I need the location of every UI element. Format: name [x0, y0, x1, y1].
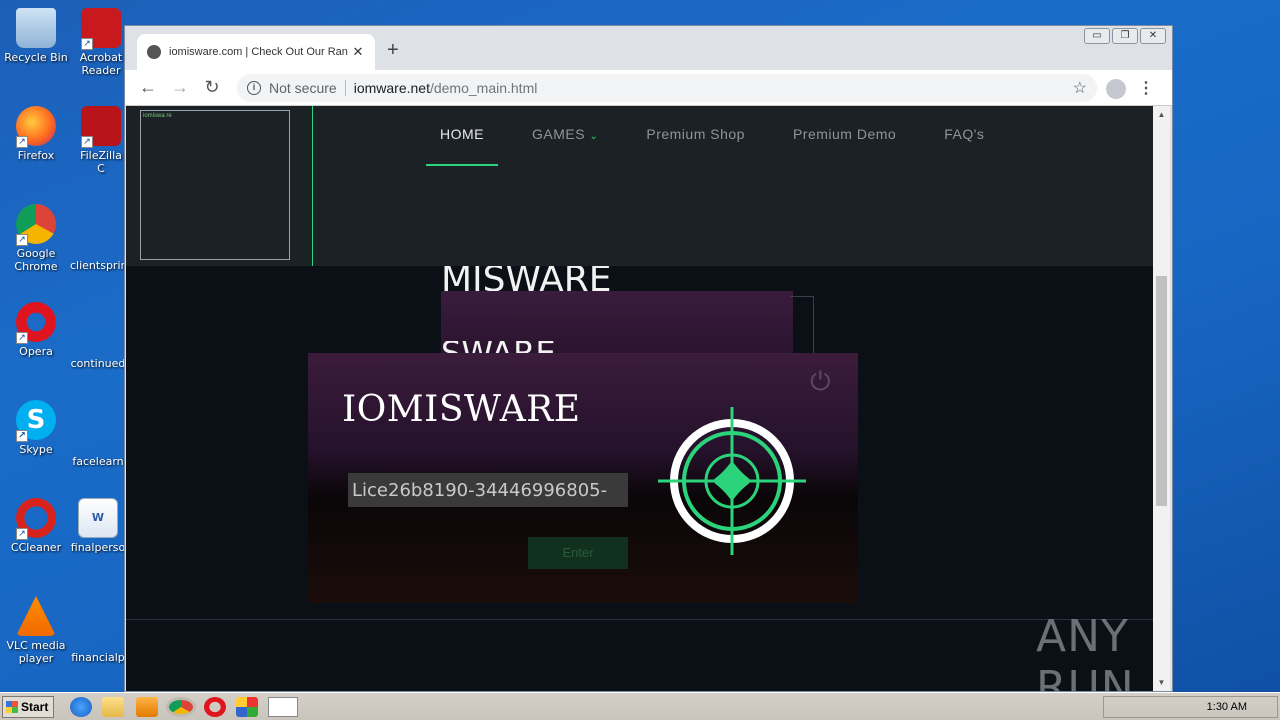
nav-premium-shop[interactable]: Premium Shop	[632, 126, 759, 166]
chrome-taskbar-icon[interactable]	[166, 697, 196, 717]
enter-button[interactable]: Enter	[528, 537, 628, 569]
document-icon	[78, 216, 118, 256]
scroll-down-arrow-icon[interactable]: ▼	[1153, 674, 1170, 691]
browser-toolbar: ← → ↻ i Not secure iomware.net /demo_mai…	[125, 70, 1172, 106]
nav-games[interactable]: GAMES ⌄	[518, 126, 612, 166]
new-tab-button[interactable]: +	[387, 39, 407, 62]
acrobat-icon: ↗	[81, 8, 121, 50]
header-divider	[312, 106, 313, 266]
system-tray: 1:30 AM	[1103, 696, 1278, 718]
windows-flag-icon	[6, 701, 18, 713]
desktop-icon-ccleaner[interactable]: ↗ CCleaner	[0, 498, 72, 554]
nav-home[interactable]: HOME	[426, 126, 498, 166]
license-key-input[interactable]	[348, 473, 628, 507]
window-controls: ▭ ❐ ✕	[1084, 28, 1166, 44]
close-tab-icon[interactable]: ✕	[351, 44, 365, 60]
background-frame	[790, 296, 814, 354]
tab-strip: iomisware.com | Check Out Our Ran ✕ + ▭ …	[125, 26, 1172, 70]
media-player-icon[interactable]	[136, 697, 158, 717]
kebab-menu-icon[interactable]: ⋮	[1138, 78, 1154, 98]
profile-avatar-icon[interactable]	[1106, 79, 1126, 99]
page-scrollbar[interactable]: ▲ ▼	[1153, 106, 1170, 691]
power-icon[interactable]: ⏻	[810, 367, 838, 395]
broken-image-icon: iomiswa re	[143, 113, 172, 119]
internet-explorer-icon[interactable]	[70, 697, 92, 717]
clock[interactable]: 1:30 AM	[1207, 701, 1247, 713]
page-viewport: iomiswa re HOME GAMES ⌄ Premium Shop Pre…	[126, 106, 1155, 691]
folder-icon[interactable]	[102, 697, 124, 717]
maximize-button[interactable]: ❐	[1112, 28, 1138, 44]
license-panel: IOMISWARE ⏻ Enter	[308, 353, 858, 603]
document-icon	[78, 412, 118, 452]
nav-premium-demo[interactable]: Premium Demo	[779, 126, 910, 166]
desktop-icon-finalperso[interactable]: W finalperso	[70, 498, 126, 554]
browser-tab[interactable]: iomisware.com | Check Out Our Ran ✕	[137, 34, 375, 70]
desktop-icon-acrobat[interactable]: ↗ Acrobat Reader	[76, 8, 126, 77]
nav-games-label: GAMES	[532, 126, 586, 142]
minimize-button[interactable]: ▭	[1084, 28, 1110, 44]
document-icon	[78, 314, 118, 354]
desktop-icon-chrome[interactable]: ↗ Google Chrome	[0, 204, 72, 273]
desktop-icon-filezilla[interactable]: ↗ FileZilla C	[76, 106, 126, 175]
close-window-button[interactable]: ✕	[1140, 28, 1166, 44]
opera-icon: ↗	[16, 302, 56, 344]
scrollbar-thumb[interactable]	[1156, 276, 1167, 506]
recycle-bin-icon	[16, 8, 56, 48]
info-icon[interactable]: i	[247, 81, 261, 95]
panel-title: IOMISWARE	[342, 389, 581, 430]
reload-icon[interactable]: ↻	[201, 77, 223, 98]
back-arrow-icon[interactable]: ←	[137, 77, 159, 98]
opera-taskbar-icon[interactable]	[204, 697, 226, 717]
desktop-icon-firefox[interactable]: ↗ Firefox	[0, 106, 72, 162]
word-document-icon: W	[78, 498, 118, 538]
chevron-down-icon: ⌄	[589, 131, 599, 142]
desktop-icon-skype[interactable]: S ↗ Skype	[0, 400, 72, 456]
blank-window-taskbar-icon[interactable]	[268, 697, 298, 717]
security-label: Not secure	[269, 80, 337, 96]
vlc-cone-icon	[16, 596, 56, 636]
bookmark-star-icon[interactable]: ☆	[1073, 78, 1087, 98]
desktop-icon-continued[interactable]: continued	[70, 314, 126, 370]
filezilla-icon: ↗	[81, 106, 121, 148]
start-button[interactable]: Start	[2, 696, 54, 718]
app-taskbar-icon[interactable]	[236, 697, 258, 717]
forward-arrow-icon[interactable]: →	[169, 77, 191, 98]
omnibox-divider	[344, 80, 346, 96]
desktop-icon-facelearn[interactable]: facelearn	[70, 412, 126, 468]
desktop-icon-financialp[interactable]: financialp	[70, 608, 126, 664]
desktop-icon-vlc[interactable]: VLC media player	[0, 596, 72, 665]
main-nav: HOME GAMES ⌄ Premium Shop Premium Demo F…	[426, 126, 1018, 166]
tab-title: iomisware.com | Check Out Our Ran	[169, 46, 348, 58]
background-title: MISWARE	[441, 266, 612, 294]
url-host: iomware.net	[353, 80, 430, 96]
nav-faq[interactable]: FAQ's	[930, 126, 998, 166]
desktop-icon-recycle-bin[interactable]: Recycle Bin	[0, 8, 72, 64]
site-logo[interactable]: iomiswa re	[140, 110, 290, 260]
start-label: Start	[21, 700, 49, 714]
url-path: /demo_main.html	[429, 80, 538, 96]
site-header: iomiswa re HOME GAMES ⌄ Premium Shop Pre…	[126, 106, 1155, 266]
desktop-icon-opera[interactable]: ↗ Opera	[0, 302, 72, 358]
globe-icon	[147, 45, 161, 59]
taskbar: Start 1:30 AM	[0, 692, 1280, 720]
ccleaner-icon: ↗	[16, 498, 56, 540]
footer-divider	[126, 619, 1155, 620]
desktop-icon-clientsprin[interactable]: clientsprin	[70, 216, 126, 272]
chrome-icon: ↗	[16, 204, 56, 246]
address-bar[interactable]: i Not secure iomware.net /demo_main.html…	[237, 74, 1097, 102]
firefox-icon: ↗	[16, 106, 56, 148]
scroll-up-arrow-icon[interactable]: ▲	[1153, 106, 1170, 123]
crosshair-icon	[658, 407, 806, 555]
anyrun-watermark: ANY RUN	[1036, 611, 1135, 691]
document-icon	[78, 608, 118, 648]
background-subtitle: SWARE	[441, 341, 581, 353]
skype-icon: S ↗	[16, 400, 56, 442]
